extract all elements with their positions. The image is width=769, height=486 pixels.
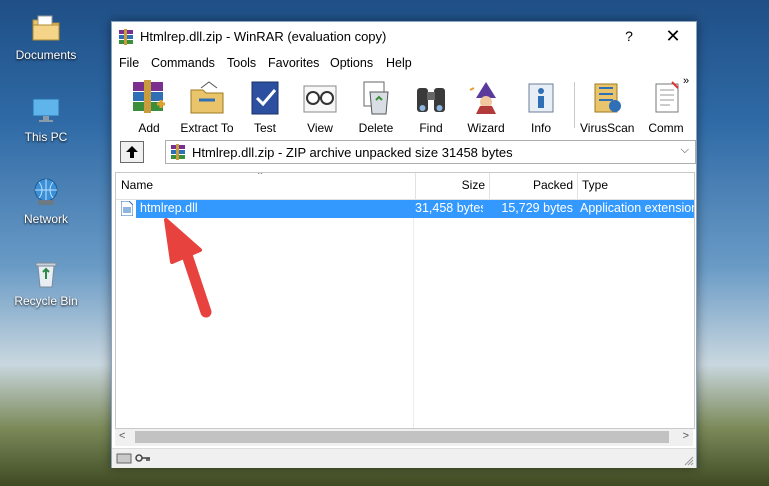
address-bar: Htmlrep.dll.zip - ZIP archive unpacked s…	[112, 138, 696, 166]
file-type: Application extension	[580, 201, 694, 215]
extract-folder-icon	[190, 81, 224, 114]
view-button[interactable]: View	[293, 78, 347, 135]
close-button[interactable]: ✕	[658, 24, 688, 48]
info-icon	[528, 83, 554, 113]
window-title: Htmlrep.dll.zip - WinRAR (evaluation cop…	[140, 29, 387, 44]
toolbar-overflow-chevron[interactable]: »	[683, 75, 689, 87]
view-label: View	[307, 121, 333, 135]
add-label: Add	[138, 121, 160, 135]
info-button[interactable]: Info	[514, 78, 568, 135]
horizontal-scrollbar[interactable]: < >	[115, 429, 693, 446]
winrar-window: Htmlrep.dll.zip - WinRAR (evaluation cop…	[111, 21, 697, 468]
comment-icon	[655, 81, 679, 113]
info-label: Info	[530, 121, 551, 135]
menu-bar: File Commands Tools Favorites Options He…	[112, 53, 696, 73]
up-folder-button[interactable]	[120, 141, 144, 163]
menu-commands[interactable]: Commands	[151, 56, 215, 70]
up-arrow-icon	[126, 146, 138, 158]
menu-tools[interactable]: Tools	[227, 56, 256, 70]
find-button[interactable]: Find	[404, 78, 458, 135]
menu-options[interactable]: Options	[330, 56, 373, 70]
test-button[interactable]: Test	[238, 78, 292, 135]
table-row[interactable]: htmlrep.dll 31,458 bytes 15,729 bytes Ap…	[116, 200, 694, 218]
wizard-label: Wizard	[467, 121, 505, 135]
scroll-left-icon[interactable]: <	[119, 430, 125, 442]
status-bar	[112, 448, 696, 468]
find-label: Find	[419, 121, 443, 135]
menu-favorites[interactable]: Favorites	[268, 56, 319, 70]
documents-folder-icon	[32, 15, 60, 41]
drive-icon	[116, 453, 132, 464]
column-header-name[interactable]: Name	[116, 173, 416, 199]
recycle-bin-icon	[35, 262, 57, 288]
archive-path-text: Htmlrep.dll.zip - ZIP archive unpacked s…	[192, 145, 513, 160]
file-name: htmlrep.dll	[140, 201, 198, 215]
column-divider	[413, 218, 414, 428]
delete-recycle-icon	[363, 81, 389, 115]
wizard-icon	[469, 82, 496, 114]
chevron-down-icon[interactable]: ⌵	[681, 144, 689, 157]
file-packed: 15,729 bytes	[501, 201, 573, 215]
desktop-icon-label: Network	[23, 212, 68, 226]
dll-file-icon	[121, 201, 133, 216]
column-header-type[interactable]: Type	[579, 173, 694, 199]
desktop-icon-this-pc[interactable]: This PC	[8, 94, 84, 144]
file-list: ⌃ Name Size Packed Type htmlrep.dll 31,4…	[115, 172, 695, 429]
toolbar: Add Extract To Test View Delete Find Wiz…	[112, 74, 696, 135]
menu-file[interactable]: File	[119, 56, 139, 70]
delete-label: Delete	[358, 121, 394, 135]
virusscan-label: VirusScan	[580, 121, 635, 135]
scroll-thumb[interactable]	[135, 431, 669, 443]
desktop-icon-label: Documents	[15, 48, 77, 62]
delete-button[interactable]: Delete	[349, 78, 403, 135]
list-header: ⌃ Name Size Packed Type	[116, 173, 694, 200]
extract-to-label: Extract To	[180, 121, 234, 135]
extract-to-button[interactable]: Extract To	[180, 78, 234, 135]
desktop-icon-documents[interactable]: Documents	[8, 12, 84, 62]
virusscan-icon	[594, 83, 621, 113]
column-header-packed[interactable]: Packed	[490, 173, 578, 199]
add-button[interactable]: Add	[122, 78, 176, 135]
view-glasses-icon	[303, 85, 337, 113]
desktop-icon-recycle-bin[interactable]: Recycle Bin	[8, 258, 84, 308]
wizard-button[interactable]: Wizard	[459, 78, 513, 135]
this-pc-icon	[32, 98, 60, 122]
menu-help[interactable]: Help	[386, 56, 412, 70]
desktop-icon-network[interactable]: Network	[8, 176, 84, 226]
test-label: Test	[253, 121, 276, 135]
archive-path-combobox[interactable]: Htmlrep.dll.zip - ZIP archive unpacked s…	[165, 140, 696, 164]
desktop-icon-label: Recycle Bin	[14, 294, 78, 308]
resize-grip-icon[interactable]	[684, 456, 694, 466]
network-icon	[34, 178, 58, 205]
file-size: 31,458 bytes	[415, 201, 483, 215]
desktop-icon-label: This PC	[24, 130, 68, 144]
help-button[interactable]: ?	[617, 25, 641, 47]
toolbar-separator	[574, 82, 575, 128]
archive-icon	[171, 144, 185, 160]
key-icon	[135, 454, 143, 462]
scroll-right-icon[interactable]: >	[683, 430, 689, 442]
winrar-app-icon	[119, 29, 133, 45]
virusscan-button[interactable]: VirusScan	[580, 78, 635, 135]
comment-label: Comm	[648, 121, 684, 135]
column-header-size[interactable]: Size	[415, 173, 490, 199]
test-check-icon	[251, 81, 279, 115]
add-books-icon	[133, 80, 165, 113]
status-icons	[116, 453, 150, 464]
title-bar[interactable]: Htmlrep.dll.zip - WinRAR (evaluation cop…	[112, 22, 696, 52]
find-binoculars-icon	[417, 88, 445, 112]
